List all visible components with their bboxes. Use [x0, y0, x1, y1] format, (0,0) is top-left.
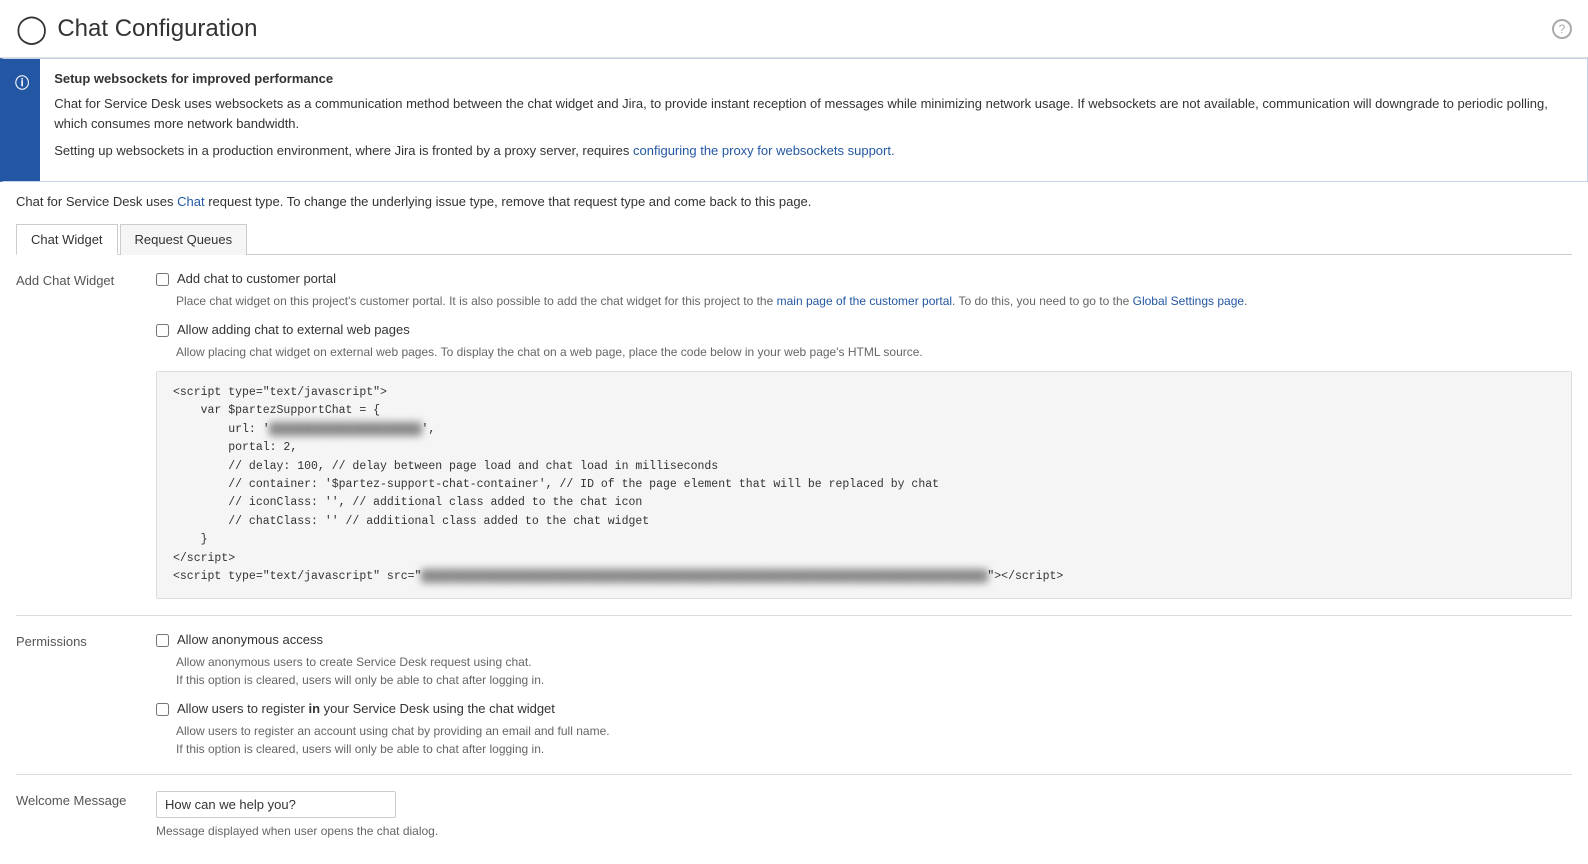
anonymous-access-label[interactable]: Allow anonymous access: [177, 632, 323, 647]
anonymous-access-option: Allow anonymous access: [156, 632, 1572, 647]
portal-help-middle: . To do this, you need to go to the: [952, 294, 1133, 308]
add-chat-widget-label: Add Chat Widget: [16, 271, 156, 288]
welcome-message-label: Welcome Message: [16, 791, 156, 808]
external-pages-checkbox[interactable]: [156, 324, 169, 337]
add-chat-widget-content: Add chat to customer portal Place chat w…: [156, 271, 1572, 599]
external-pages-label[interactable]: Allow adding chat to external web pages: [177, 322, 410, 337]
register-label-suffix: your Service Desk using the chat widget: [320, 701, 555, 716]
welcome-message-content: Message displayed when user opens the ch…: [156, 791, 1572, 840]
customer-portal-checkbox[interactable]: [156, 273, 169, 286]
notice-text: Chat for Service Desk uses Chat request …: [16, 192, 1572, 212]
register-option: Allow users to register in your Service …: [156, 701, 1572, 716]
register-label-prefix: Allow users to register: [177, 701, 309, 716]
tab-request-queues[interactable]: Request Queues: [120, 224, 248, 255]
permissions-content: Allow anonymous access Allow anonymous u…: [156, 632, 1572, 758]
notice-suffix: request type. To change the underlying i…: [205, 194, 812, 209]
tabs-container: Chat Widget Request Queues: [16, 223, 1572, 255]
info-banner: ⓘ Setup websockets for improved performa…: [0, 58, 1588, 182]
info-banner-content: Setup websockets for improved performanc…: [40, 59, 1587, 181]
portal-help-suffix: .: [1244, 294, 1247, 308]
register-label[interactable]: Allow users to register in your Service …: [177, 701, 555, 716]
info-banner-icon: ⓘ: [4, 59, 40, 181]
section-divider-1: [16, 615, 1572, 616]
main-page-link[interactable]: main page of the customer portal: [777, 294, 952, 308]
register-checkbox[interactable]: [156, 703, 169, 716]
anon-help-line1: Allow anonymous users to create Service …: [176, 653, 1572, 671]
external-pages-option: Allow adding chat to external web pages: [156, 322, 1572, 337]
permissions-section: Permissions Allow anonymous access Allow…: [16, 632, 1572, 758]
banner-title: Setup websockets for improved performanc…: [54, 71, 1573, 86]
customer-portal-label[interactable]: Add chat to customer portal: [177, 271, 336, 286]
chat-request-type-link[interactable]: Chat: [177, 194, 204, 209]
global-settings-link[interactable]: Global Settings page: [1133, 294, 1244, 308]
register-help-line1: Allow users to register an account using…: [176, 722, 1572, 740]
banner-paragraph2: Setting up websockets in a production en…: [54, 141, 1573, 161]
register-help: Allow users to register an account using…: [176, 722, 1572, 758]
permissions-label: Permissions: [16, 632, 156, 649]
embed-code-block: <script type="text/javascript"> var $par…: [156, 371, 1572, 599]
tab-chat-widget[interactable]: Chat Widget: [16, 224, 118, 255]
external-pages-help: Allow placing chat widget on external we…: [176, 343, 1572, 361]
websockets-link[interactable]: configuring the proxy for websockets sup…: [633, 143, 895, 158]
anonymous-access-checkbox[interactable]: [156, 634, 169, 647]
page-header: ◯ Chat Configuration ?: [0, 0, 1588, 58]
help-icon[interactable]: ?: [1552, 19, 1572, 39]
chat-icon: ◯: [16, 12, 47, 45]
welcome-message-help: Message displayed when user opens the ch…: [156, 822, 1572, 840]
banner-paragraph2-prefix: Setting up websockets in a production en…: [54, 143, 633, 158]
register-label-bold: in: [309, 701, 321, 716]
notice-prefix: Chat for Service Desk uses: [16, 194, 177, 209]
main-content: Chat for Service Desk uses Chat request …: [0, 182, 1588, 864]
register-help-line2: If this option is cleared, users will on…: [176, 740, 1572, 758]
add-chat-widget-section: Add Chat Widget Add chat to customer por…: [16, 271, 1572, 599]
portal-help-prefix: Place chat widget on this project's cust…: [176, 294, 777, 308]
page-title: Chat Configuration: [57, 15, 257, 43]
welcome-message-section: Welcome Message Message displayed when u…: [16, 791, 1572, 840]
anon-help-line2: If this option is cleared, users will on…: [176, 671, 1572, 689]
section-divider-2: [16, 774, 1572, 775]
anonymous-access-help: Allow anonymous users to create Service …: [176, 653, 1572, 689]
customer-portal-option: Add chat to customer portal: [156, 271, 1572, 286]
banner-paragraph1: Chat for Service Desk uses websockets as…: [54, 94, 1573, 133]
customer-portal-help: Place chat widget on this project's cust…: [176, 292, 1572, 310]
header-left: ◯ Chat Configuration: [16, 12, 257, 45]
welcome-message-input[interactable]: [156, 791, 396, 818]
